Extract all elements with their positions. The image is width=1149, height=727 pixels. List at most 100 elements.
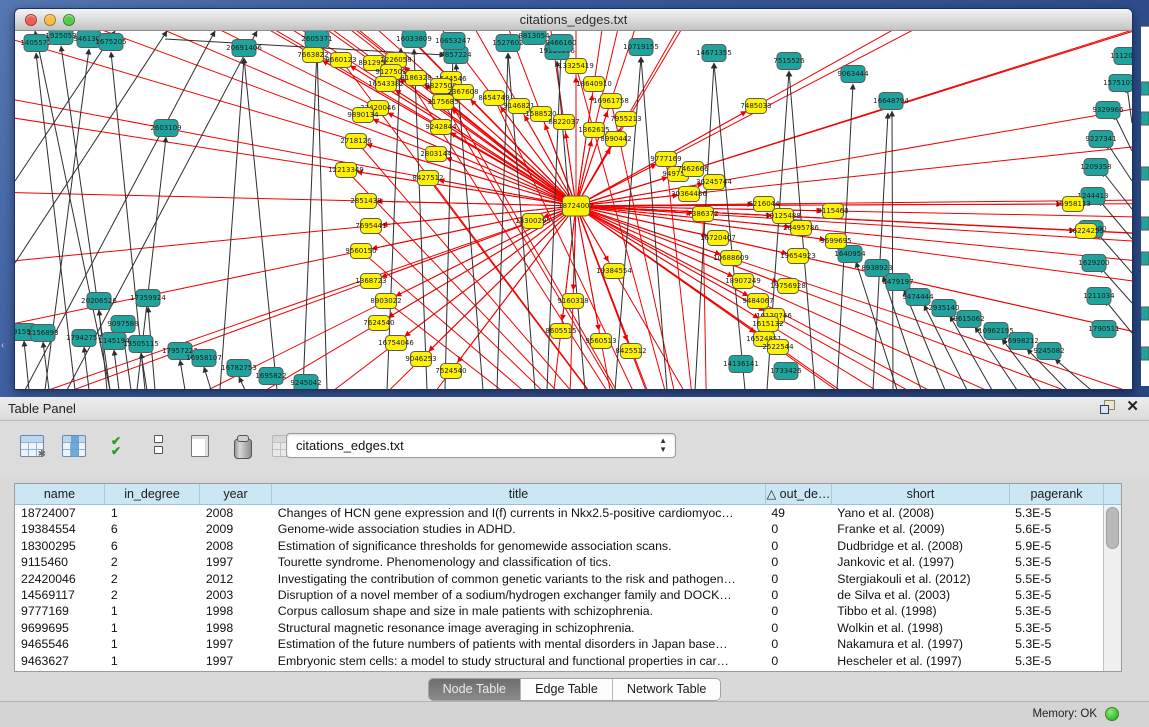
cell-name: 18724007 [15,505,105,521]
network-node-label: 1629200 [1078,259,1109,267]
network-node-label: 9699695 [820,237,851,245]
network-node-label: 20691406 [226,44,262,52]
dropdown-arrows-icon: ▲▼ [659,436,667,454]
table-row[interactable]: 977716911998Corpus callosum shape and si… [15,603,1103,619]
table-vertical-scrollbar[interactable] [1103,505,1121,671]
network-node-label: 13325419 [558,62,594,70]
cell-pagerank: 5.9E-5 [1009,538,1103,554]
network-node-label: 17942757 [66,334,102,342]
column-header-short[interactable]: short [832,484,1010,504]
network-node-label: 1527602 [492,39,523,47]
cell-name: 9115460 [15,554,105,570]
network-node-label: 9227341 [1085,135,1116,143]
cell-in_degree: 1 [105,505,200,521]
column-header-out_degree[interactable]: △ out_de… [766,484,832,504]
column-header-name[interactable]: name [15,484,105,504]
table-row[interactable]: 2242004622012Investigating the contribut… [15,571,1103,587]
network-node-label: 18640910 [576,80,612,88]
network-node-label: 8425512 [615,347,646,355]
cell-short: Hescheler et al. (1997) [831,653,1009,669]
network-node-label: 14136141 [723,360,759,368]
create-table-icon[interactable] [186,431,214,461]
table-row[interactable]: 1456911722003Disruption of a novel membe… [15,587,1103,603]
network-node-label: 9245082 [1033,347,1064,355]
cell-out_degree: 0 [765,571,831,587]
network-node-label: 1405572 [20,39,51,47]
panel-collapse-arrow-icon[interactable]: ‹ [1,340,4,351]
node-table[interactable]: namein_degreeyeartitle△ out_de…shortpage… [14,483,1122,672]
network-node-label: 7515526 [773,57,805,65]
network-node-label: 7695441 [355,222,386,230]
network-node-label: 1640954 [834,250,866,258]
column-header-year[interactable]: year [200,484,272,504]
network-node-label: 9329966 [1092,106,1124,114]
table-scrollbar-thumb[interactable] [1106,507,1119,549]
cell-short: Jankovic et al. (1997) [831,554,1009,570]
tab-network-table[interactable]: Network Table [613,679,721,700]
network-window-titlebar[interactable]: citations_edges.txt [15,9,1132,31]
cell-out_degree: 0 [765,603,831,619]
column-header-in_degree[interactable]: in_degree [105,484,200,504]
tab-node-table[interactable]: Node Table [429,679,522,700]
network-node-label: 10653247 [435,37,471,45]
cell-out_degree: 0 [765,636,831,652]
cell-year: 1997 [200,653,272,669]
selection-mode-icon[interactable]: ✔✔ [102,431,130,461]
tab-edge-table[interactable]: Edge Table [521,679,613,700]
column-settings-icon[interactable] [18,431,46,461]
network-node-label: 16754046 [378,339,414,347]
cell-in_degree: 1 [105,636,200,652]
network-node-label: 9046253 [405,355,436,363]
cell-in_degree: 1 [105,653,200,669]
network-node-label: 3175685 [427,98,458,106]
network-node-label: 9242844 [425,123,457,131]
table-toolbar: ✔✔f(x) citations_edges.txt ▲▼ [0,421,1149,477]
network-node-label: 8605515 [545,327,576,335]
cell-name: 22420046 [15,571,105,587]
cell-out_degree: 49 [765,505,831,521]
network-node-label: 2522544 [762,343,794,351]
row-height-icon[interactable] [144,431,172,461]
network-node-label: 28495786 [783,224,819,232]
cell-title: Changes of HCN gene expression and I(f) … [272,505,766,521]
network-node-label: 10125488 [765,212,801,220]
network-node [1141,307,1149,320]
cell-short: Stergiakouli et al. (2012) [831,571,1009,587]
table-row[interactable]: 969969511998Structural magnetic resonanc… [15,620,1103,636]
network-node-label: 1733426 [770,367,802,375]
memory-status-label: Memory: OK [1032,708,1097,720]
close-panel-icon[interactable]: ✕ [1126,400,1139,413]
column-header-pagerank[interactable]: pagerank [1010,484,1104,504]
table-selector-dropdown[interactable]: citations_edges.txt ▲▼ [286,433,676,458]
table-row[interactable]: 946554611997Estimation of the future num… [15,636,1103,652]
network-node-label: 16648794 [873,97,909,105]
column-header-title[interactable]: title [272,484,766,504]
memory-status-indicator[interactable] [1105,707,1119,721]
network-node-label: 9560513 [585,337,616,345]
table-row[interactable]: 1830029562008Estimation of significance … [15,538,1103,554]
network-node-label: 7485033 [740,102,771,110]
network-node-label: 1362615 [578,126,609,134]
network-window[interactable]: citations_edges.txt 14055721925053946130… [14,8,1133,390]
float-panel-icon[interactable] [1100,400,1114,413]
table-row[interactable]: 911546021997Tourette syndrome. Phenomeno… [15,554,1103,570]
network-node-label: 8454749 [478,94,509,102]
table-row[interactable]: 946362711997Embryonic stem cells: a mode… [15,653,1103,669]
network-node-label: 8822037 [548,118,579,126]
network-node-label: 16543382 [368,80,404,88]
cell-title: Structural magnetic resonance image aver… [272,620,766,636]
cell-year: 1998 [200,620,272,636]
network-node-label: 1112030 [1110,52,1132,60]
cell-in_degree: 2 [105,554,200,570]
table-row[interactable]: 1938455462009Genome-wide association stu… [15,521,1103,537]
network-node-label: 1226058 [380,56,411,64]
network-canvas[interactable]: 1405572192505394613021675205206914062605… [15,31,1132,390]
insert-column-icon[interactable] [60,431,88,461]
network-node-label: 1695822 [255,372,286,380]
cell-out_degree: 0 [765,521,831,537]
background-window-sliver[interactable] [1141,26,1149,386]
table-row[interactable]: 1872400712008Changes of HCN gene express… [15,505,1103,521]
network-node-label: 15751074 [1103,79,1132,87]
network-node-label: 10688609 [713,254,749,262]
delete-table-icon[interactable] [228,431,256,461]
